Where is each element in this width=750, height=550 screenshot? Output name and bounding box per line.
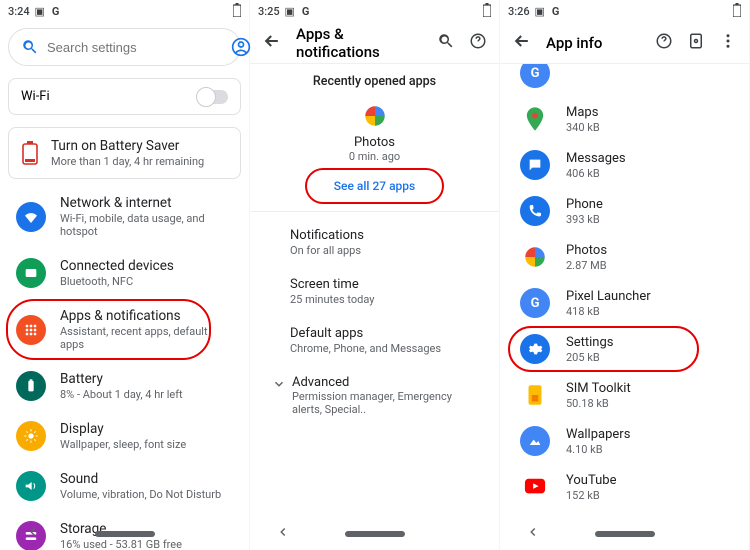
sound-icon [16, 471, 46, 501]
settings-item-apps[interactable]: Apps & notificationsAssistant, recent ap… [0, 298, 249, 361]
app-row-maps[interactable]: Maps340 kB [500, 96, 749, 142]
wallpaper-icon [520, 426, 550, 456]
settings-item-battery[interactable]: Battery8% - About 1 day, 4 hr left [0, 361, 249, 411]
app-row-settings[interactable]: Settings205 kB [500, 326, 749, 372]
header-bar: App info [500, 22, 749, 64]
back-icon[interactable] [512, 31, 532, 55]
wifi-label: Wi-Fi [21, 89, 50, 104]
wifi-toggle[interactable] [198, 90, 228, 104]
nav-back-icon[interactable] [26, 525, 40, 543]
nav-back-icon[interactable] [276, 525, 290, 543]
display-icon [16, 421, 46, 451]
battery-card-sub: More than 1 day, 4 hr remaining [51, 155, 204, 168]
g-icon: G [520, 64, 550, 88]
app-row-youtube[interactable]: YouTube152 kB [500, 464, 749, 510]
status-g-icon: G [300, 5, 312, 17]
status-time: 3:25 [258, 5, 280, 18]
status-bar: 3:26 ▣ G [500, 0, 749, 22]
recent-app-time: 0 min. ago [250, 150, 499, 163]
row-default-apps[interactable]: Default apps Chrome, Phone, and Messages [250, 316, 499, 365]
status-bar: 3:25 ▣ G [250, 0, 499, 22]
status-battery-icon [233, 3, 241, 20]
apps-pane: 3:25 ▣ G Apps & notifications Recently o… [250, 0, 500, 550]
status-g-icon: G [550, 5, 562, 17]
status-g-icon: G [50, 5, 62, 17]
app-row-sim[interactable]: SIM Toolkit50.18 kB [500, 372, 749, 418]
recent-app-name: Photos [250, 135, 499, 150]
app-row-pixel-launcher[interactable]: G Pixel Launcher418 kB [500, 280, 749, 326]
search-icon[interactable] [437, 32, 455, 54]
nav-bar [0, 522, 249, 546]
help-icon[interactable] [655, 32, 673, 54]
see-all-apps[interactable]: See all 27 apps [250, 167, 499, 205]
settings-item-network[interactable]: Network & internetWi-Fi, mobile, data us… [0, 185, 249, 248]
divider [250, 211, 499, 212]
app-row-partial[interactable]: G [500, 64, 749, 96]
status-time: 3:26 [508, 5, 530, 18]
phone-icon [520, 196, 550, 226]
status-battery-icon [733, 3, 741, 20]
nav-pill[interactable] [95, 531, 155, 537]
settings-pane: 3:24 ▣ G Wi-Fi Turn on Battery Saver Mor… [0, 0, 250, 550]
back-icon[interactable] [262, 31, 282, 55]
appinfo-pane: 3:26 ▣ G App info G Maps340 kB Messages4… [500, 0, 750, 550]
page-title: Apps & notifications [296, 25, 423, 61]
status-icon: ▣ [34, 5, 46, 17]
row-notifications[interactable]: Notifications On for all apps [250, 218, 499, 267]
app-row-wallpapers[interactable]: Wallpapers4.10 kB [500, 418, 749, 464]
nav-pill[interactable] [595, 531, 655, 537]
status-bar: 3:24 ▣ G [0, 0, 249, 22]
status-time: 3:24 [8, 5, 30, 18]
chevron-down-icon [272, 377, 286, 395]
app-row-phone[interactable]: Phone393 kB [500, 188, 749, 234]
apps-icon [16, 315, 46, 345]
header-bar: Apps & notifications [250, 22, 499, 64]
maps-icon [520, 104, 550, 134]
row-advanced[interactable]: Advanced Permission manager, Emergency a… [250, 365, 499, 426]
wifi-card[interactable]: Wi-Fi [8, 78, 241, 115]
status-icon: ▣ [534, 5, 546, 17]
nav-back-icon[interactable] [526, 525, 540, 543]
battery-saver-card[interactable]: Turn on Battery Saver More than 1 day, 4… [8, 127, 241, 179]
settings-item-connected[interactable]: Connected devicesBluetooth, NFC [0, 248, 249, 298]
launcher-icon: G [520, 288, 550, 318]
recent-app[interactable]: Photos 0 min. ago [250, 97, 499, 167]
nav-pill[interactable] [345, 531, 405, 537]
youtube-icon [520, 472, 550, 502]
gear-icon [520, 334, 550, 364]
status-icon: ▣ [284, 5, 296, 17]
photos-icon [520, 242, 550, 272]
search-icon [21, 37, 39, 57]
search-input[interactable] [47, 40, 223, 55]
sim-icon [520, 380, 550, 410]
help-icon[interactable] [469, 32, 487, 54]
settings-item-display[interactable]: DisplayWallpaper, sleep, font size [0, 411, 249, 461]
app-row-messages[interactable]: Messages406 kB [500, 142, 749, 188]
nav-bar [250, 522, 499, 546]
settings-item-sound[interactable]: SoundVolume, vibration, Do Not Disturb [0, 461, 249, 511]
photos-icon [361, 103, 389, 131]
battery-icon [16, 371, 46, 401]
row-screen-time[interactable]: Screen time 25 minutes today [250, 267, 499, 316]
battery-card-title: Turn on Battery Saver [51, 138, 204, 154]
overflow-icon[interactable] [719, 32, 737, 54]
battery-low-icon [21, 141, 39, 165]
nav-bar [500, 522, 749, 546]
account-icon[interactable] [231, 37, 251, 57]
status-battery-icon [483, 3, 491, 20]
search-bar[interactable] [8, 28, 241, 66]
devices-icon [16, 258, 46, 288]
page-title: App info [546, 34, 641, 52]
messages-icon [520, 150, 550, 180]
app-row-photos[interactable]: Photos2.87 MB [500, 234, 749, 280]
doc-icon[interactable] [687, 32, 705, 54]
wifi-icon [16, 202, 46, 232]
recent-section-label: Recently opened apps [250, 64, 499, 97]
